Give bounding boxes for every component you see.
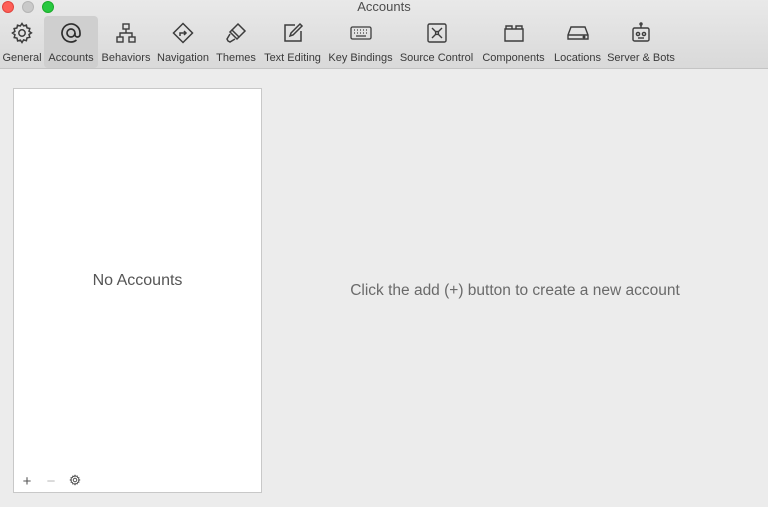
gear-icon xyxy=(69,473,81,489)
tab-server-bots[interactable]: Server & Bots xyxy=(605,16,677,68)
drive-icon xyxy=(565,20,591,46)
tab-locations[interactable]: Locations xyxy=(550,16,605,68)
navigation-arrow-icon xyxy=(170,20,196,46)
tab-themes[interactable]: Themes xyxy=(212,16,260,68)
list-footer: + − xyxy=(19,473,83,489)
tab-label: Accounts xyxy=(48,52,94,64)
preferences-toolbar: General Accounts Behaviors Navigation Th… xyxy=(0,16,677,68)
empty-state-hint: Click the add (+) button to create a new… xyxy=(350,282,680,299)
account-options-button[interactable] xyxy=(67,473,83,489)
paintbrush-icon xyxy=(223,20,249,46)
tab-label: General xyxy=(2,52,42,64)
tab-source-control[interactable]: Source Control xyxy=(396,16,477,68)
tab-accounts[interactable]: Accounts xyxy=(44,16,98,68)
at-sign-icon xyxy=(58,20,84,46)
tab-text-editing[interactable]: Text Editing xyxy=(260,16,325,68)
source-control-icon xyxy=(424,20,450,46)
edit-pencil-icon xyxy=(280,20,306,46)
window-title: Accounts xyxy=(357,0,411,14)
tab-label: Locations xyxy=(553,52,602,64)
tab-general[interactable]: General xyxy=(0,16,44,68)
tab-label: Key Bindings xyxy=(328,52,393,64)
tab-label: Behaviors xyxy=(101,52,151,64)
tab-behaviors[interactable]: Behaviors xyxy=(98,16,154,68)
tab-label: Components xyxy=(482,52,545,64)
robot-icon xyxy=(628,20,654,46)
tab-key-bindings[interactable]: Key Bindings xyxy=(325,16,396,68)
preferences-window: Accounts General Accounts Behaviors Navi… xyxy=(0,0,768,507)
tab-label: Text Editing xyxy=(264,52,321,64)
tab-label: Source Control xyxy=(399,52,474,64)
title-bar: Accounts General Accounts Behaviors Navi… xyxy=(0,0,768,69)
tab-navigation[interactable]: Navigation xyxy=(154,16,212,68)
tab-label: Server & Bots xyxy=(607,52,675,64)
folder-tabs-icon xyxy=(501,20,527,46)
hierarchy-icon xyxy=(113,20,139,46)
gear-icon xyxy=(9,20,35,46)
empty-list-message: No Accounts xyxy=(92,272,183,289)
tab-label: Themes xyxy=(216,52,256,64)
keyboard-icon xyxy=(348,20,374,46)
tab-label: Navigation xyxy=(157,52,209,64)
accounts-list[interactable]: No Accounts + − xyxy=(13,88,262,493)
add-account-button[interactable]: + xyxy=(19,473,35,489)
remove-account-button[interactable]: − xyxy=(43,473,59,489)
tab-components[interactable]: Components xyxy=(477,16,550,68)
